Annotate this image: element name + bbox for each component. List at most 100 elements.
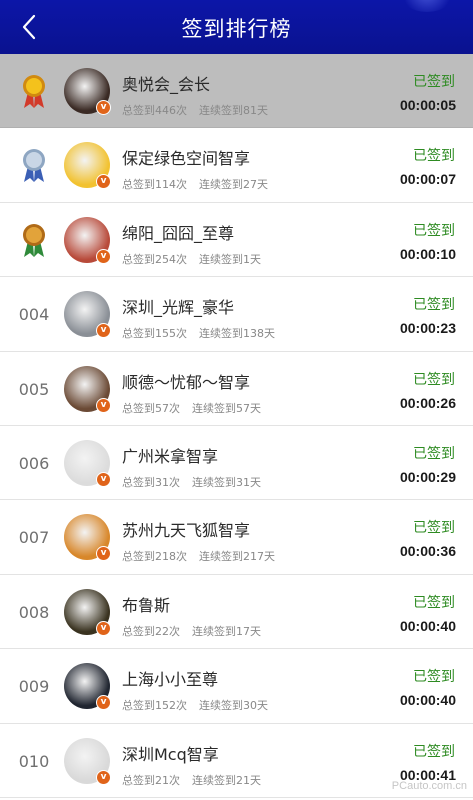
streak-checkins: 连续签到31天 xyxy=(192,475,261,489)
ranking-row[interactable]: 006 v 广州米拿智享总签到31次 连续签到31天 已签到 00:00:29 xyxy=(0,425,473,501)
streak-checkins: 连续签到81天 xyxy=(199,104,268,117)
checkin-time: 00:00:26 xyxy=(399,394,456,411)
verified-badge-icon: v xyxy=(96,397,111,413)
user-name[interactable]: 广州米拿智享 xyxy=(122,443,218,467)
streak-checkins: 连续签到1天 xyxy=(199,252,261,266)
total-checkins: 总签到57次 xyxy=(122,401,180,415)
checkin-stats: 总签到155次 连续签到138天 xyxy=(122,325,275,341)
checkin-time: 00:00:40 xyxy=(399,692,456,709)
top-bar: 签到排行榜 xyxy=(0,0,473,54)
ranking-row[interactable]: 008 v 布鲁斯总签到22次 连续签到17天 已签到 00:00:40 xyxy=(0,574,473,650)
rank-number: 008 xyxy=(18,602,50,622)
ranking-row[interactable]: v 绵阳_囧囧_至尊总签到254次 连续签到1天 已签到 00:00:10 xyxy=(0,202,473,278)
rank-number-cell: 005 xyxy=(12,372,56,408)
user-name[interactable]: 奥悦会_会长 xyxy=(122,71,210,95)
rank-number-cell: 007 xyxy=(12,520,56,556)
streak-checkins: 连续签到17天 xyxy=(192,624,261,638)
rank-number: 007 xyxy=(18,528,50,548)
checkin-time: 00:00:05 xyxy=(399,97,456,113)
total-checkins: 总签到152次 xyxy=(122,699,187,713)
checkin-stats: 总签到57次 连续签到57天 xyxy=(122,400,261,416)
total-checkins: 总签到155次 xyxy=(122,327,187,341)
ranking-row[interactable]: 009 v 上海小小至尊总签到152次 连续签到30天 已签到 00:00:40 xyxy=(0,649,473,724)
ranking-row[interactable]: 004 v 深圳_光辉_豪华总签到155次 连续签到138天 已签到 00:00:23 xyxy=(0,277,473,352)
verified-badge-icon: v xyxy=(96,248,111,264)
checked-in-status: 已签到 xyxy=(413,148,455,165)
checkin-time: 00:00:36 xyxy=(399,543,456,560)
user-name[interactable]: 保定绿色空间智享 xyxy=(122,145,250,169)
rank-number: 010 xyxy=(18,751,50,771)
verified-badge-icon: v xyxy=(96,546,111,562)
checkin-time: 00:00:40 xyxy=(399,617,456,634)
checkin-time: 00:00:29 xyxy=(399,468,456,485)
total-checkins: 总签到254次 xyxy=(122,252,187,266)
rank-number: 004 xyxy=(18,305,50,325)
checked-in-status: 已签到 xyxy=(413,520,455,537)
rank-number-cell: 010 xyxy=(12,744,56,780)
streak-checkins: 连续签到30天 xyxy=(199,699,268,713)
checkin-stats: 总签到218次 连续签到217天 xyxy=(122,548,275,564)
rank-number: 005 xyxy=(18,379,50,399)
verified-badge-icon: v xyxy=(96,174,111,190)
rank-number: 009 xyxy=(18,677,50,697)
total-checkins: 总签到21次 xyxy=(122,773,180,787)
total-checkins: 总签到446次 xyxy=(122,104,187,117)
checkin-stats: 总签到114次 连续签到27天 xyxy=(122,176,268,192)
total-checkins: 总签到22次 xyxy=(122,624,180,638)
total-checkins: 总签到114次 xyxy=(122,178,187,192)
checked-in-status: 已签到 xyxy=(413,297,455,314)
checkin-stats: 总签到31次 连续签到31天 xyxy=(122,474,261,490)
verified-badge-icon: v xyxy=(96,100,111,115)
rank-number-cell: 004 xyxy=(12,297,56,333)
user-name[interactable]: 顺德～忧郁～智享 xyxy=(122,369,250,393)
ranking-row[interactable]: v 保定绿色空间智享总签到114次 连续签到27天 已签到 00:00:07 xyxy=(0,128,473,203)
bronze-medal-icon xyxy=(12,223,56,259)
total-checkins: 总签到31次 xyxy=(122,475,180,489)
checkin-time: 00:00:23 xyxy=(399,320,456,337)
checkin-time: 00:00:07 xyxy=(399,171,456,188)
checkin-time: 00:00:10 xyxy=(399,245,456,262)
total-checkins: 总签到218次 xyxy=(122,550,187,564)
page-title: 签到排行榜 xyxy=(181,17,292,41)
streak-checkins: 连续签到21天 xyxy=(192,773,261,787)
streak-checkins: 连续签到138天 xyxy=(199,327,275,341)
watermark: PCauto.com.cn xyxy=(391,780,467,792)
checkin-stats: 总签到21次 连续签到21天 xyxy=(122,772,261,788)
user-name[interactable]: 绵阳_囧囧_至尊 xyxy=(122,220,234,244)
rank-number: 006 xyxy=(18,453,50,473)
user-name[interactable]: 深圳_光辉_豪华 xyxy=(122,294,234,318)
streak-checkins: 连续签到57天 xyxy=(192,401,261,415)
checkin-stats: 总签到254次 连续签到1天 xyxy=(122,251,261,267)
ranking-list: v 奥悦会_会长 总签到446次 连续签到81天 已签到 00:00:05 v 保定绿色空间智… xyxy=(0,54,473,798)
silver-medal-icon xyxy=(12,148,56,184)
rank-number-cell: 008 xyxy=(12,595,56,631)
header-glow-decoration xyxy=(399,0,455,12)
checkin-stats: 总签到152次 连续签到30天 xyxy=(122,697,268,713)
ranking-row[interactable]: 005 v 顺德～忧郁～智享总签到57次 连续签到57天 已签到 00:00:26 xyxy=(0,351,473,426)
verified-badge-icon: v xyxy=(96,323,111,339)
checked-in-status: 已签到 xyxy=(413,594,455,611)
ranking-row[interactable]: v 奥悦会_会长总签到446次 连续签到81天 已签到 00:00:05 xyxy=(0,54,473,129)
rank-number-cell: 006 xyxy=(12,446,56,482)
checked-in-status: 已签到 xyxy=(413,445,455,462)
user-name[interactable]: 苏州九天飞狐智享 xyxy=(122,517,250,541)
checkin-stats: 总签到446次 连续签到81天 xyxy=(122,102,268,118)
verified-badge-icon: v xyxy=(96,471,111,487)
user-name[interactable]: 布鲁斯 xyxy=(122,592,170,616)
rank-number-cell: 009 xyxy=(12,669,56,705)
gold-medal-icon xyxy=(12,74,56,110)
checked-in-status: 已签到 xyxy=(413,222,455,239)
checked-in-status: 已签到 xyxy=(413,74,455,90)
ranking-row[interactable]: 007 v 苏州九天飞狐智享总签到218次 连续签到217天 已签到 00:00:36 xyxy=(0,500,473,575)
verified-badge-icon: v xyxy=(96,620,111,636)
user-name[interactable]: 上海小小至尊 xyxy=(122,666,218,690)
verified-badge-icon: v xyxy=(96,769,111,785)
checked-in-status: 已签到 xyxy=(413,371,455,388)
checkin-stats: 总签到22次 连续签到17天 xyxy=(122,623,261,639)
user-name[interactable]: 深圳Mcq智享 xyxy=(122,741,219,765)
verified-badge-icon: v xyxy=(96,695,111,711)
streak-checkins: 连续签到217天 xyxy=(199,550,275,564)
checked-in-status: 已签到 xyxy=(413,669,455,686)
checked-in-status: 已签到 xyxy=(413,743,455,760)
streak-checkins: 连续签到27天 xyxy=(199,178,268,192)
